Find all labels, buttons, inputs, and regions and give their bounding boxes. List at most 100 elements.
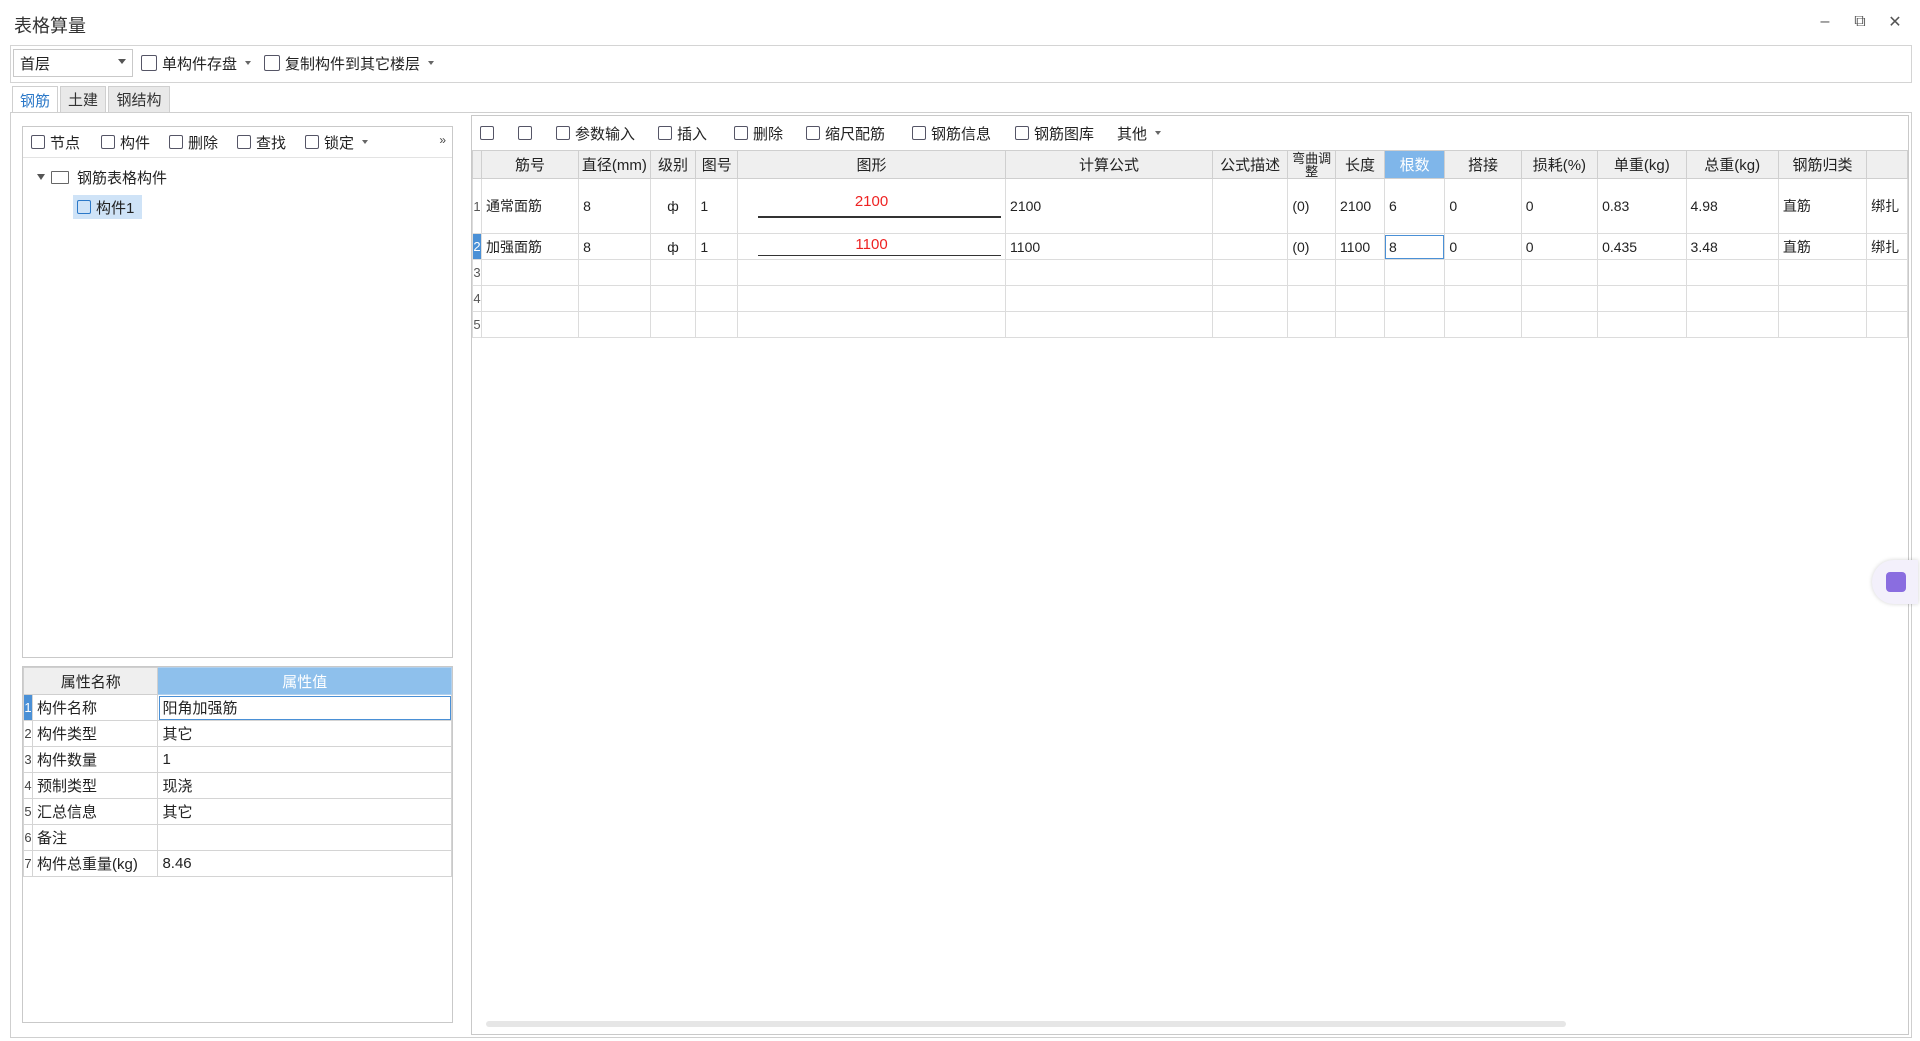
cell[interactable] [480, 285, 580, 312]
lock-button[interactable]: 锁定 [305, 131, 369, 153]
cell[interactable] [1685, 311, 1779, 338]
cell-shape[interactable]: 1100 [737, 233, 1007, 260]
col-header-lap[interactable]: 搭接 [1444, 150, 1522, 179]
cell[interactable] [1866, 285, 1908, 312]
cell-formula[interactable]: 2100 [1005, 178, 1214, 234]
cell-fig-no[interactable]: 1 [695, 178, 739, 234]
cell[interactable] [578, 285, 651, 312]
find-button[interactable]: 查找 [237, 131, 286, 153]
col-header-bar-no[interactable]: 筋号 [480, 150, 580, 179]
table-row[interactable]: 3 [472, 259, 1908, 286]
cell[interactable] [695, 311, 739, 338]
col-header-count[interactable]: 根数 [1383, 150, 1446, 179]
rebar-library-button[interactable]: 钢筋图库 [1015, 122, 1094, 144]
tree-root[interactable]: 钢筋表格构件 [37, 165, 167, 189]
cell[interactable] [737, 259, 1007, 286]
cell[interactable] [1520, 259, 1599, 286]
property-row[interactable]: 1 构件名称 阳角加强筋 [22, 694, 452, 721]
property-row[interactable]: 4 预制类型 现浇 [22, 772, 452, 799]
cell-total-weight[interactable]: 3.48 [1685, 233, 1779, 260]
horizontal-scrollbar[interactable] [486, 1021, 1566, 1027]
property-row[interactable]: 5 汇总信息 其它 [22, 798, 452, 825]
delete-row-button[interactable]: 删除 [734, 122, 783, 144]
cell[interactable] [1777, 285, 1868, 312]
cell-bar-no[interactable]: 加强面筋 [480, 233, 580, 260]
property-row[interactable]: 2 构件类型 其它 [22, 720, 452, 747]
col-header-total-weight[interactable]: 总重(kg) [1685, 150, 1779, 179]
cell[interactable] [1287, 259, 1337, 286]
cell[interactable] [1383, 311, 1446, 338]
property-value[interactable] [157, 824, 452, 851]
cell[interactable] [1520, 285, 1599, 312]
cell-category[interactable]: 直筋 [1777, 233, 1868, 260]
property-row[interactable]: 3 构件数量 1 [22, 746, 452, 773]
chevron-down-icon[interactable] [428, 61, 435, 65]
table-row[interactable]: 1 通常面筋 8 ф 1 2100 2100 (0) 2100 6 0 0 0.… [472, 178, 1908, 234]
cell[interactable] [1866, 311, 1908, 338]
chevron-down-icon[interactable] [362, 140, 369, 144]
cell[interactable] [1005, 285, 1214, 312]
col-header-fig-no[interactable]: 图号 [695, 150, 739, 179]
collapse-arrow-icon[interactable] [37, 174, 45, 180]
property-value[interactable]: 现浇 [157, 772, 452, 799]
tab-rebar[interactable]: 钢筋 [12, 86, 58, 113]
cell[interactable] [1212, 259, 1289, 286]
col-header-grade[interactable]: 级别 [649, 150, 697, 179]
add-node-button[interactable]: 节点 [31, 131, 80, 153]
cell[interactable] [1335, 259, 1385, 286]
cell-formula-desc[interactable] [1212, 178, 1289, 234]
cell[interactable] [1335, 311, 1385, 338]
col-header-formula-desc[interactable]: 公式描述 [1212, 150, 1289, 179]
cell[interactable] [1685, 259, 1779, 286]
cell[interactable] [1212, 285, 1289, 312]
col-header-length[interactable]: 长度 [1335, 150, 1385, 179]
cell-count[interactable]: 6 [1383, 178, 1446, 234]
table-row[interactable]: 4 [472, 285, 1908, 312]
cell-length[interactable]: 1100 [1335, 233, 1385, 260]
cell[interactable] [1685, 285, 1779, 312]
other-menu-button[interactable]: 其他 [1117, 122, 1162, 144]
cell[interactable] [1383, 285, 1446, 312]
cell-diameter[interactable]: 8 [578, 178, 651, 234]
cell[interactable] [1287, 285, 1337, 312]
move-up-button[interactable] [480, 122, 499, 144]
save-component-button[interactable]: 单构件存盘 [141, 49, 252, 77]
insert-button[interactable]: 插入 [658, 122, 707, 144]
col-header-category[interactable]: 钢筋归类 [1777, 150, 1868, 179]
cell-unit-weight[interactable]: 0.83 [1597, 178, 1687, 234]
cell[interactable] [1005, 311, 1214, 338]
cell-lap[interactable]: 0 [1444, 178, 1522, 234]
cell-category[interactable]: 直筋 [1777, 178, 1868, 234]
cell[interactable] [578, 259, 651, 286]
move-down-button[interactable] [518, 122, 537, 144]
table-row[interactable]: 5 [472, 311, 1908, 338]
cell[interactable] [1444, 259, 1522, 286]
chevron-down-icon[interactable] [245, 61, 252, 65]
cell[interactable] [649, 259, 697, 286]
cell[interactable] [737, 311, 1007, 338]
tab-civil[interactable]: 土建 [60, 86, 106, 112]
cell[interactable] [480, 311, 580, 338]
cell-extra[interactable]: 绑扎 [1866, 233, 1908, 260]
param-input-button[interactable]: 参数输入 [556, 122, 635, 144]
col-header-bend-adjust[interactable]: 弯曲调整 [1287, 150, 1337, 179]
cell[interactable] [1444, 285, 1522, 312]
cell[interactable] [1597, 285, 1687, 312]
cell-loss[interactable]: 0 [1520, 178, 1599, 234]
cell[interactable] [1777, 259, 1868, 286]
expand-panel-icon[interactable]: » [439, 133, 446, 147]
property-row[interactable]: 7 构件总重量(kg) 8.46 [22, 850, 452, 877]
cell-total-weight[interactable]: 4.98 [1685, 178, 1779, 234]
col-header-unit-weight[interactable]: 单重(kg) [1597, 150, 1687, 179]
cell-diameter[interactable]: 8 [578, 233, 651, 260]
property-value[interactable]: 其它 [157, 720, 452, 747]
tab-steel-structure[interactable]: 钢结构 [108, 86, 170, 112]
add-component-button[interactable]: 构件 [101, 131, 150, 153]
col-header-extra[interactable] [1866, 150, 1908, 179]
cell[interactable] [1287, 311, 1337, 338]
cell-grade[interactable]: ф [649, 178, 697, 234]
cell-loss[interactable]: 0 [1520, 233, 1599, 260]
cell[interactable] [1444, 311, 1522, 338]
property-value-input[interactable]: 阳角加强筋 [157, 694, 452, 721]
cell[interactable] [737, 285, 1007, 312]
